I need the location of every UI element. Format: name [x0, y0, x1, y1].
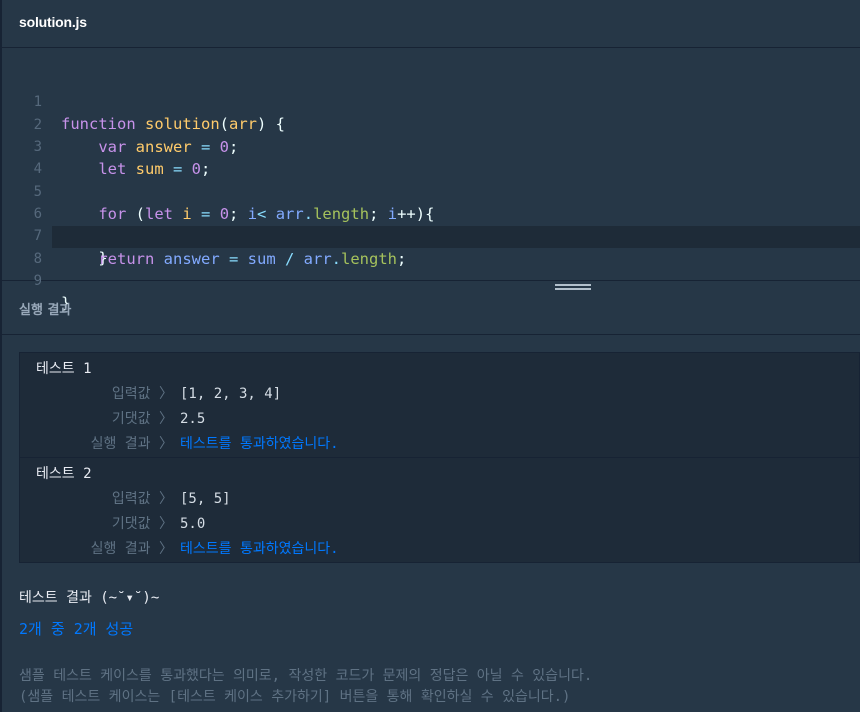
- expected-row: 기댓값 〉 5.0: [20, 514, 860, 534]
- input-label: 입력값 〉: [111, 386, 173, 402]
- expected-value: 2.5: [180, 411, 206, 427]
- code-line-6[interactable]: 6 sum += arr[i];: [2, 181, 860, 245]
- active-line-highlight[interactable]: return answer = sum / arr.length;: [52, 226, 860, 268]
- code-line-3[interactable]: 3 let sum = 0;: [2, 114, 860, 178]
- result-header: 실행 결과: [2, 282, 860, 335]
- result-row: 실행 결과 〉 테스트를 통과하였습니다.: [20, 539, 860, 559]
- input-row: 입력값 〉 [1, 2, 3, 4]: [20, 384, 860, 404]
- code-line-7[interactable]: 7 }: [2, 203, 860, 267]
- input-label: 입력값 〉: [111, 491, 173, 507]
- expected-row: 기댓값 〉 2.5: [20, 409, 860, 429]
- input-value: [5, 5]: [180, 491, 231, 507]
- result-value: 테스트를 통과하였습니다.: [180, 541, 339, 557]
- test-case-2: 테스트 2 입력값 〉 [5, 5] 기댓값 〉 5.0 실행 결과 〉 테스트…: [20, 457, 860, 563]
- expected-value: 5.0: [180, 516, 206, 532]
- code-editor[interactable]: 1 function solution(arr) { 2 var answer …: [2, 49, 860, 312]
- file-header: solution.js: [2, 0, 860, 48]
- code-line-5[interactable]: 5 for (let i = 0; i< arr.length; i++){: [2, 159, 860, 223]
- input-value: [1, 2, 3, 4]: [180, 386, 282, 402]
- result-title: 실행 결과: [19, 303, 72, 318]
- resize-handle-icon[interactable]: [555, 284, 591, 294]
- code-line-4[interactable]: 4: [2, 136, 860, 177]
- code-line-2[interactable]: 2 var answer = 0;: [2, 92, 860, 156]
- code-line-1[interactable]: 1 function solution(arr) {: [2, 69, 860, 133]
- test-title: 테스트 2: [36, 466, 92, 482]
- notice-line-2: (샘플 테스트 케이스는 [테스트 케이스 추가하기] 버튼을 통해 확인하실 …: [19, 689, 571, 705]
- file-name: solution.js: [19, 14, 87, 30]
- expected-label: 기댓값 〉: [111, 516, 173, 532]
- result-value: 테스트를 통과하였습니다.: [180, 436, 339, 452]
- summary-score: 2개 중 2개 성공: [19, 620, 134, 638]
- test-results-panel: 테스트 1 입력값 〉 [1, 2, 3, 4] 기댓값 〉 2.5 실행 결과…: [19, 352, 860, 563]
- test-title: 테스트 1: [36, 361, 92, 377]
- result-label: 실행 결과 〉: [90, 436, 173, 452]
- test-case-1: 테스트 1 입력값 〉 [1, 2, 3, 4] 기댓값 〉 2.5 실행 결과…: [20, 353, 860, 458]
- input-row: 입력값 〉 [5, 5]: [20, 489, 860, 509]
- summary-title: 테스트 결과 (~˘▾˘)~: [19, 590, 160, 606]
- result-row: 실행 결과 〉 테스트를 통과하였습니다.: [20, 434, 860, 454]
- code-line-9[interactable]: 9 }: [2, 248, 860, 312]
- result-label: 실행 결과 〉: [90, 541, 173, 557]
- notice-line-1: 샘플 테스트 케이스를 통과했다는 의미로, 작성한 코드가 문제의 정답은 아…: [19, 668, 593, 684]
- expected-label: 기댓값 〉: [111, 411, 173, 427]
